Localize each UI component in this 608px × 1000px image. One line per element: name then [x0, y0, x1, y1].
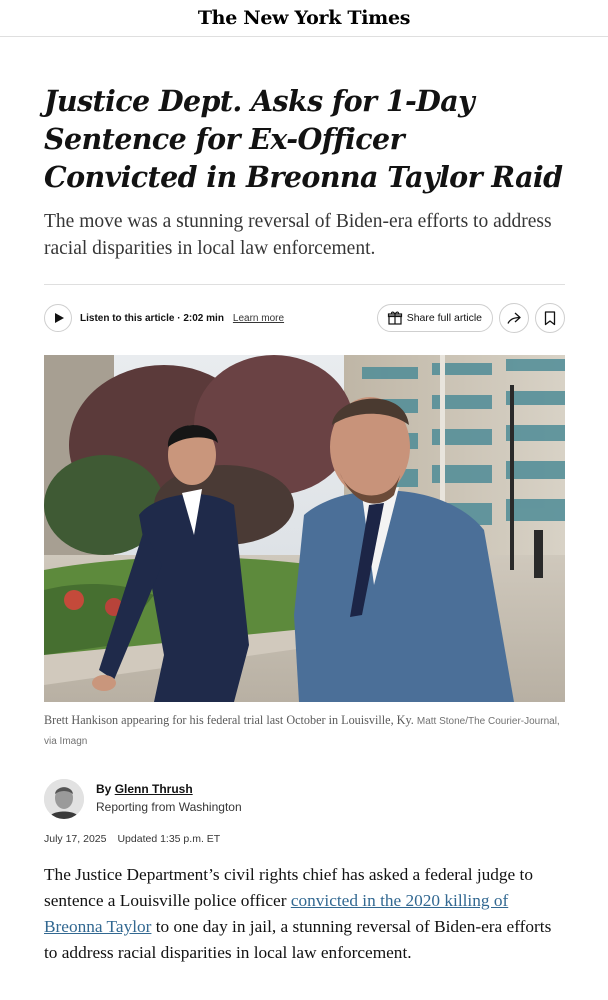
bookmark-icon — [544, 310, 556, 325]
headline: Justice Dept. Asks for 1-Day Sentence fo… — [44, 84, 563, 194]
updated-time: Updated 1:35 p.m. ET — [117, 833, 221, 845]
masthead: The New York Times — [0, 0, 608, 37]
listen-label: Listen to this article · 2:02 min — [80, 312, 224, 324]
byline-author-line: By Glenn Thrush — [96, 782, 242, 796]
author-avatar[interactable] — [44, 779, 84, 819]
author-link[interactable]: Glenn Thrush — [115, 782, 193, 796]
lead-photo[interactable] — [44, 355, 565, 702]
save-button[interactable] — [535, 303, 565, 333]
caption-text: Brett Hankison appearing for his federal… — [44, 713, 414, 727]
gift-icon — [387, 311, 402, 325]
share-label: Share full article — [406, 312, 482, 324]
byline-prefix: By — [96, 782, 115, 796]
share-button[interactable] — [499, 303, 529, 333]
article-toolbar: Listen to this article · 2:02 min Learn … — [44, 302, 565, 334]
byline-location: Reporting from Washington — [96, 800, 242, 814]
article-body-paragraph: The Justice Department’s civil rights ch… — [44, 862, 565, 966]
play-icon — [55, 313, 64, 323]
timestamps: July 17, 2025 Updated 1:35 p.m. ET — [44, 833, 565, 845]
byline: By Glenn Thrush Reporting from Washingto… — [44, 779, 565, 819]
divider — [44, 284, 565, 285]
published-date: July 17, 2025 — [44, 833, 107, 845]
share-arrow-icon — [507, 312, 521, 324]
author-photo — [44, 779, 84, 819]
share-full-article-button[interactable]: Share full article — [376, 304, 493, 332]
lead-photo-image — [44, 355, 565, 702]
learn-more-link[interactable]: Learn more — [233, 313, 284, 324]
nyt-logo[interactable]: The New York Times — [198, 7, 411, 29]
photo-caption: Brett Hankison appearing for his federal… — [44, 711, 565, 751]
play-button[interactable] — [44, 304, 72, 332]
article-summary: The move was a stunning reversal of Bide… — [44, 211, 552, 259]
